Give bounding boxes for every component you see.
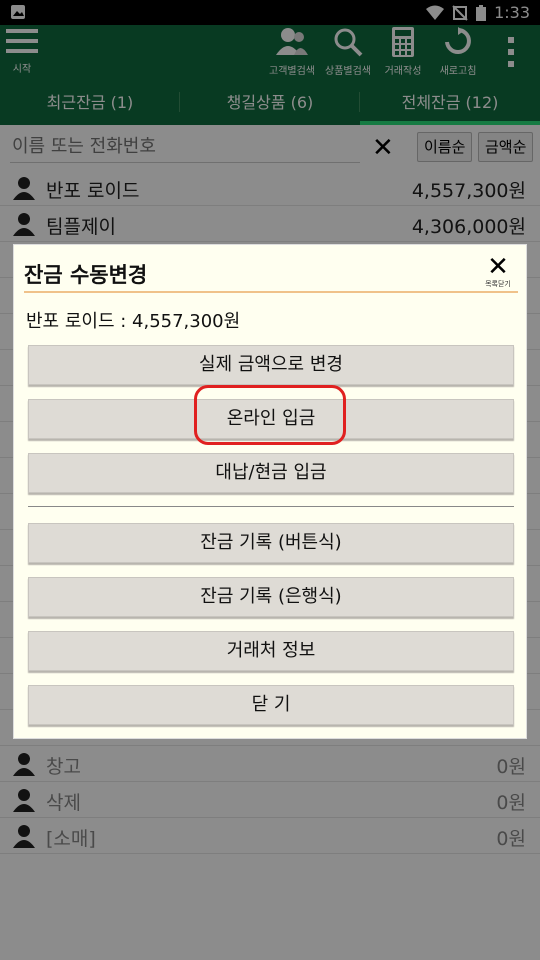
close-list-label: 목록닫기 [485,280,511,288]
change-to-actual-amount-button[interactable]: 실제 금액으로 변경 [28,345,514,385]
customer-balance-info: 반포 로이드 : 4,557,300원 [26,311,241,332]
close-icon: ✕ [487,252,509,282]
balance-log-bank-style-button[interactable]: 잔금 기록 (은행식) [28,577,514,617]
balance-log-button-style-button[interactable]: 잔금 기록 (버튼식) [28,523,514,563]
proxy-cash-deposit-button[interactable]: 대납/현금 입금 [28,453,514,493]
balance-edit-dialog: 잔금 수동변경 ✕ 목록닫기 반포 로이드 : 4,557,300원 실제 금액… [13,244,527,739]
client-info-button[interactable]: 거래처 정보 [28,631,514,671]
close-list-button[interactable]: ✕ 목록닫기 [482,252,514,289]
highlight-annotation [194,385,346,445]
close-dialog-button[interactable]: 닫 기 [28,685,514,725]
dialog-title: 잔금 수동변경 [24,263,148,287]
title-divider [24,291,518,293]
button-divider [28,506,514,507]
